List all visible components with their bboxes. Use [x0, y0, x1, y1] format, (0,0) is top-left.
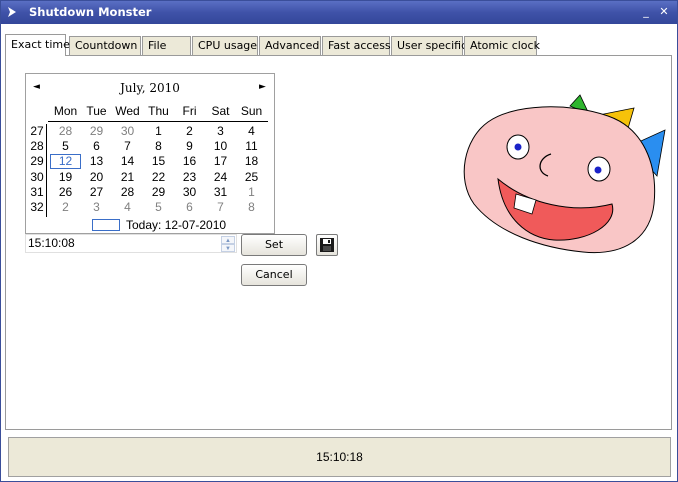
exact-time-panel: ◄ ► July, 2010 Mon Tue Wed Thu Fri Sat Sun 27 28… [5, 55, 672, 430]
current-time-label: 15:10:18 [316, 450, 363, 464]
calendar-day[interactable]: 26 [50, 185, 81, 200]
calendar-day[interactable]: 4 [112, 200, 143, 215]
app-icon [7, 6, 17, 18]
cancel-button[interactable]: Cancel [241, 264, 307, 286]
week-number: 27 [30, 124, 44, 138]
tab-atomic-clock[interactable]: Atomic clock [464, 36, 540, 55]
calendar-header-divider [48, 121, 268, 122]
calendar-day[interactable]: 28 [50, 124, 81, 139]
calendar-day[interactable]: 30 [174, 185, 205, 200]
client-area: Exact time Countdown File CPU usage Adva… [1, 24, 677, 481]
save-button[interactable] [316, 234, 338, 256]
calendar-day[interactable]: 29 [81, 124, 112, 139]
calendar-day[interactable]: 5 [50, 139, 81, 154]
spin-up-icon[interactable]: ▲ [221, 236, 235, 244]
tab-fast-access[interactable]: Fast access [322, 36, 391, 55]
tab-cpu-usage[interactable]: CPU usage [192, 36, 258, 55]
week-number: 29 [30, 154, 44, 169]
calendar-day[interactable]: 19 [50, 170, 81, 185]
calendar-day[interactable]: 25 [236, 170, 267, 185]
month-calendar[interactable]: ◄ ► July, 2010 Mon Tue Wed Thu Fri Sat Sun 27 28… [25, 73, 275, 234]
tab-file[interactable]: File [142, 36, 191, 55]
tab-countdown[interactable]: Countdown [69, 36, 141, 55]
calendar-day[interactable]: 28 [112, 185, 143, 200]
close-button[interactable]: ✕ [657, 5, 671, 19]
week-number: 28 [30, 139, 44, 154]
calendar-day[interactable]: 29 [143, 185, 174, 200]
calendar-day[interactable]: 3 [205, 124, 236, 139]
spin-down-icon[interactable]: ▼ [221, 244, 235, 252]
calendar-day[interactable]: 4 [236, 124, 267, 139]
week-number: 30 [30, 169, 44, 184]
calendar-day[interactable]: 17 [205, 154, 236, 169]
calendar-day[interactable]: 13 [81, 154, 112, 169]
calendar-day[interactable]: 27 [81, 185, 112, 200]
calendar-day[interactable]: 3 [81, 200, 112, 215]
weekday-header: Sat [211, 104, 230, 118]
calendar-day[interactable]: 15 [143, 154, 174, 169]
calendar-day[interactable]: 1 [143, 124, 174, 139]
calendar-day[interactable]: 18 [236, 154, 267, 169]
time-input[interactable]: 15:10:08 ▲ ▼ [25, 234, 237, 253]
calendar-day[interactable]: 7 [205, 200, 236, 215]
weekday-header: Fri [182, 104, 197, 118]
time-input-value: 15:10:08 [28, 236, 75, 250]
minimize-button[interactable]: _ [639, 5, 653, 19]
window-title: Shutdown Monster [29, 5, 152, 19]
calendar-day[interactable]: 20 [81, 170, 112, 185]
calendar-day[interactable]: 23 [174, 170, 205, 185]
calendar-day[interactable]: 6 [174, 200, 205, 215]
today-marker [92, 219, 120, 231]
monster-mascot-image [458, 94, 673, 262]
weekday-header: Wed [115, 104, 140, 118]
calendar-day[interactable]: 31 [205, 185, 236, 200]
calendar-day[interactable]: 22 [143, 170, 174, 185]
calendar-day[interactable]: 6 [81, 139, 112, 154]
tab-user-specific[interactable]: User specific [391, 36, 467, 55]
tab-exact-time[interactable]: Exact time [5, 34, 70, 56]
calendar-day[interactable]: 21 [112, 170, 143, 185]
status-panel: 15:10:18 [8, 437, 671, 477]
calendar-day[interactable]: 7 [112, 139, 143, 154]
calendar-day[interactable]: 11 [236, 139, 267, 154]
calendar-day[interactable]: 30 [112, 124, 143, 139]
week-number: 31 [30, 184, 44, 199]
app-window: Shutdown Monster _ ✕ Exact time Countdow… [0, 0, 678, 482]
calendar-day[interactable]: 5 [143, 200, 174, 215]
calendar-day[interactable]: 14 [112, 154, 143, 169]
calendar-day[interactable]: 8 [143, 139, 174, 154]
calendar-day[interactable]: 9 [174, 139, 205, 154]
calendar-day[interactable]: 10 [205, 139, 236, 154]
calendar-day[interactable]: 8 [236, 200, 267, 215]
weekday-header: Sun [240, 104, 263, 118]
calendar-day-selected[interactable]: 12 [50, 154, 81, 170]
weekday-header: Mon [53, 104, 78, 118]
calendar-day[interactable]: 2 [174, 124, 205, 139]
title-bar[interactable]: Shutdown Monster _ ✕ [1, 1, 677, 24]
set-button[interactable]: Set [241, 234, 307, 256]
calendar-day[interactable]: 16 [174, 154, 205, 169]
week-number-divider [46, 124, 47, 217]
today-label: Today: 12-07-2010 [126, 218, 227, 232]
calendar-day[interactable]: 2 [50, 200, 81, 215]
weekday-header: Thu [148, 104, 169, 118]
calendar-day[interactable]: 1 [236, 185, 267, 200]
calendar-day[interactable]: 24 [205, 170, 236, 185]
week-number: 32 [30, 200, 44, 214]
weekday-header: Tue [86, 104, 107, 118]
time-spinner[interactable]: ▲ ▼ [221, 236, 235, 252]
tab-advanced[interactable]: Advanced [259, 36, 321, 55]
floppy-disk-icon [317, 238, 337, 258]
calendar-month-label[interactable]: July, 2010 [26, 81, 274, 95]
